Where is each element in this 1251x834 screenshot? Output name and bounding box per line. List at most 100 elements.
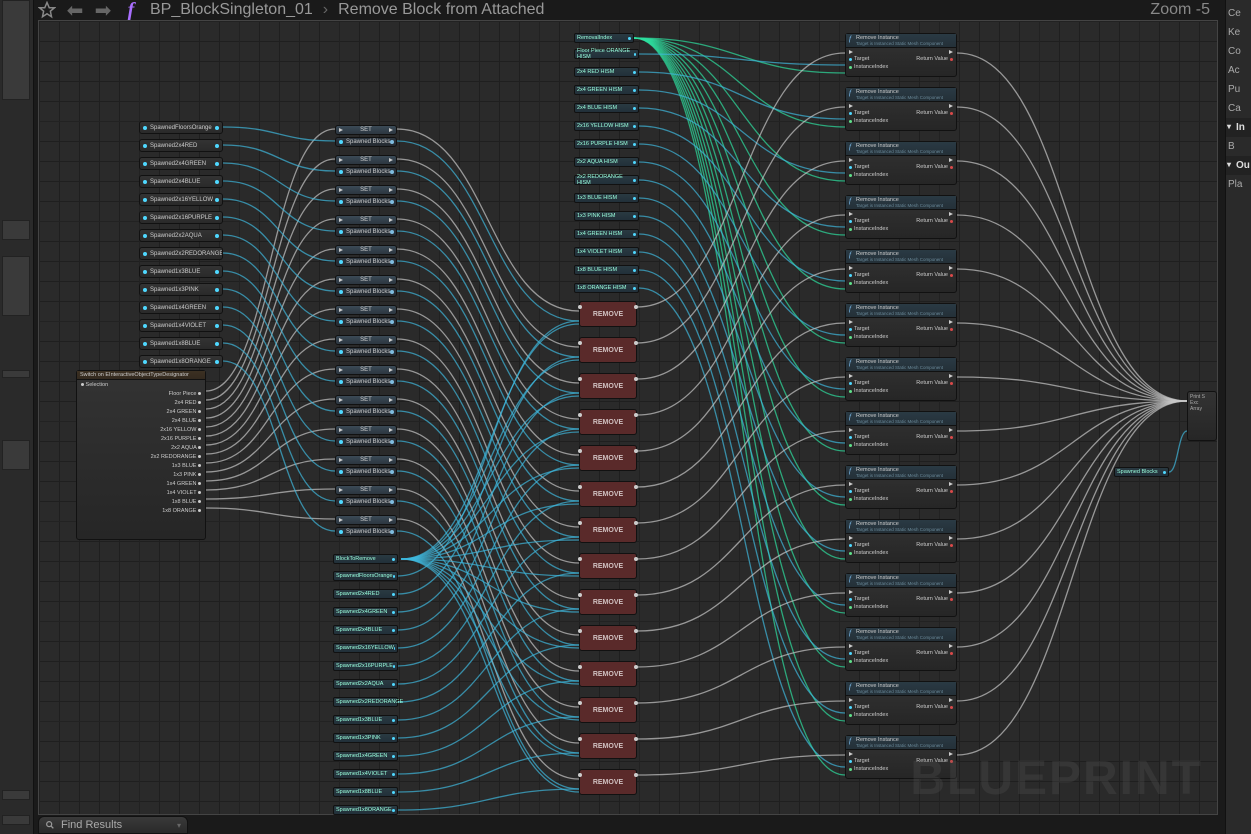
- array-remove-node[interactable]: REMOVE: [579, 589, 637, 615]
- spawned-var-read-node[interactable]: Spawned1x3PINK: [333, 733, 398, 743]
- remove-instance-node[interactable]: Remove InstanceTarget is Instanced Stati…: [845, 573, 957, 617]
- toolbar-block[interactable]: [2, 790, 30, 800]
- hism-var-node[interactable]: 2x16 YELLOW HISM: [574, 121, 639, 131]
- set-node[interactable]: SET: [335, 185, 397, 195]
- set-node[interactable]: SET: [335, 335, 397, 345]
- set-node-pin[interactable]: Spawned Blocks: [335, 257, 397, 267]
- set-node-pin[interactable]: Spawned Blocks: [335, 137, 397, 147]
- set-node-pin[interactable]: Spawned Blocks: [335, 527, 397, 537]
- spawned-var-read-node[interactable]: Spawned1x4GREEN: [333, 751, 398, 761]
- set-node-pin[interactable]: Spawned Blocks: [335, 287, 397, 297]
- section-header-outputs[interactable]: Ou: [1226, 156, 1251, 175]
- array-remove-node[interactable]: REMOVE: [579, 373, 637, 399]
- remove-instance-node[interactable]: Remove InstanceTarget is Instanced Stati…: [845, 411, 957, 455]
- toolbar-block[interactable]: [2, 0, 30, 100]
- array-remove-node[interactable]: REMOVE: [579, 661, 637, 687]
- toolbar-block[interactable]: [2, 256, 30, 316]
- set-node[interactable]: SET: [335, 305, 397, 315]
- array-remove-node[interactable]: REMOVE: [579, 625, 637, 651]
- hism-var-node[interactable]: 2x16 PURPLE HISM: [574, 139, 639, 149]
- array-remove-node[interactable]: REMOVE: [579, 301, 637, 327]
- set-node[interactable]: SET: [335, 455, 397, 465]
- detail-row[interactable]: Ca: [1226, 99, 1251, 118]
- hism-var-node[interactable]: 1x4 GREEN HISM: [574, 229, 639, 239]
- remove-instance-node[interactable]: Remove InstanceTarget is Instanced Stati…: [845, 627, 957, 671]
- array-remove-node[interactable]: REMOVE: [579, 337, 637, 363]
- toolbar-block[interactable]: [2, 220, 30, 240]
- remove-instance-node[interactable]: Remove InstanceTarget is Instanced Stati…: [845, 33, 957, 77]
- spawned-blocks-end-var[interactable]: Spawned Blocks: [1114, 467, 1169, 477]
- section-header-inputs[interactable]: In: [1226, 118, 1251, 137]
- set-node[interactable]: SET: [335, 245, 397, 255]
- hism-var-node[interactable]: 2x4 GREEN HISM: [574, 85, 639, 95]
- set-node[interactable]: SET: [335, 485, 397, 495]
- spawned-var-node[interactable]: Spawned2x16PURPLE: [139, 211, 223, 224]
- detail-row[interactable]: Pla: [1226, 175, 1251, 194]
- array-remove-node[interactable]: REMOVE: [579, 517, 637, 543]
- favorite-star-icon[interactable]: [38, 1, 56, 19]
- remove-instance-node[interactable]: Remove InstanceTarget is Instanced Stati…: [845, 681, 957, 725]
- spawned-var-node[interactable]: Spawned1x3PINK: [139, 283, 223, 296]
- set-node-pin[interactable]: Spawned Blocks: [335, 407, 397, 417]
- detail-row[interactable]: Ke: [1226, 23, 1251, 42]
- array-remove-node[interactable]: REMOVE: [579, 481, 637, 507]
- hism-var-node[interactable]: 2x4 RED HISM: [574, 67, 639, 77]
- hism-var-node[interactable]: 1x3 PINK HISM: [574, 211, 639, 221]
- hism-var-node[interactable]: 2x4 BLUE HISM: [574, 103, 639, 113]
- spawned-var-node[interactable]: Spawned1x4GREEN: [139, 301, 223, 314]
- set-node-pin[interactable]: Spawned Blocks: [335, 167, 397, 177]
- set-node[interactable]: SET: [335, 275, 397, 285]
- spawned-var-read-node[interactable]: Spawned2x16PURPLE: [333, 661, 398, 671]
- toolbar-block[interactable]: [2, 815, 30, 825]
- hism-var-node[interactable]: 1x3 BLUE HISM: [574, 193, 639, 203]
- set-node[interactable]: SET: [335, 365, 397, 375]
- spawned-var-read-node[interactable]: Spawned2x16YELLOW: [333, 643, 398, 653]
- detail-row[interactable]: Ac: [1226, 61, 1251, 80]
- set-node-pin[interactable]: Spawned Blocks: [335, 227, 397, 237]
- spawned-var-read-node[interactable]: Spawned1x3BLUE: [333, 715, 398, 725]
- switch-node[interactable]: Switch on EInteractiveObjectTypeDesignat…: [76, 370, 206, 540]
- set-node[interactable]: SET: [335, 125, 397, 135]
- breadcrumb-blueprint[interactable]: BP_BlockSingleton_01: [150, 1, 313, 19]
- spawned-var-node[interactable]: SpawnedFloorsOrange: [139, 121, 223, 134]
- detail-row[interactable]: Ce: [1226, 4, 1251, 23]
- spawned-var-read-node[interactable]: Spawned1x8BLUE: [333, 787, 398, 797]
- remove-instance-node[interactable]: Remove InstanceTarget is Instanced Stati…: [845, 141, 957, 185]
- spawned-var-read-node[interactable]: Spawned1x4VIOLET: [333, 769, 398, 779]
- spawned-var-read-node[interactable]: Spawned1x8ORANGE: [333, 805, 398, 815]
- array-remove-node[interactable]: REMOVE: [579, 553, 637, 579]
- spawned-var-node[interactable]: Spawned2x4RED: [139, 139, 223, 152]
- dropdown-icon[interactable]: ▾: [177, 821, 181, 830]
- hism-var-node[interactable]: 1x4 VIOLET HISM: [574, 247, 639, 257]
- array-remove-node[interactable]: REMOVE: [579, 445, 637, 471]
- block-to-remove-var[interactable]: BlockToRemove: [333, 554, 398, 564]
- spawned-var-node[interactable]: Spawned2x16YELLOW: [139, 193, 223, 206]
- remove-instance-node[interactable]: Remove InstanceTarget is Instanced Stati…: [845, 87, 957, 131]
- set-node-pin[interactable]: Spawned Blocks: [335, 497, 397, 507]
- hism-var-node[interactable]: 2x2 REDORANGE HISM: [574, 175, 639, 185]
- remove-instance-node[interactable]: Remove InstanceTarget is Instanced Stati…: [845, 465, 957, 509]
- details-panel[interactable]: Ce Ke Co Ac Pu Ca In B Ou Pla: [1225, 0, 1251, 834]
- graph-canvas[interactable]: Switch on EInteractiveObjectTypeDesignat…: [38, 20, 1218, 815]
- array-remove-node[interactable]: REMOVE: [579, 409, 637, 435]
- spawned-var-read-node[interactable]: Spawned2x4GREEN: [333, 607, 398, 617]
- spawned-var-node[interactable]: Spawned2x4GREEN: [139, 157, 223, 170]
- array-remove-node[interactable]: REMOVE: [579, 733, 637, 759]
- spawned-var-node[interactable]: Spawned1x8BLUE: [139, 337, 223, 350]
- toolbar-block[interactable]: [2, 370, 30, 378]
- spawned-var-read-node[interactable]: Spawned2x2REDORANGE: [333, 697, 398, 707]
- find-results-tab[interactable]: Find Results ▾: [38, 816, 188, 834]
- set-node-pin[interactable]: Spawned Blocks: [335, 197, 397, 207]
- spawned-var-node[interactable]: Spawned2x2REDORANGE: [139, 247, 223, 260]
- set-node-pin[interactable]: Spawned Blocks: [335, 317, 397, 327]
- spawned-var-read-node[interactable]: Spawned2x4BLUE: [333, 625, 398, 635]
- spawned-var-node[interactable]: Spawned2x4BLUE: [139, 175, 223, 188]
- detail-row[interactable]: Co: [1226, 42, 1251, 61]
- detail-row[interactable]: Pu: [1226, 80, 1251, 99]
- set-node-pin[interactable]: Spawned Blocks: [335, 347, 397, 357]
- array-remove-node[interactable]: REMOVE: [579, 769, 637, 795]
- remove-instance-node[interactable]: Remove InstanceTarget is Instanced Stati…: [845, 735, 957, 779]
- removal-index-var[interactable]: RemovalIndex: [574, 33, 634, 43]
- hism-var-node[interactable]: 1x8 BLUE HISM: [574, 265, 639, 275]
- remove-instance-node[interactable]: Remove InstanceTarget is Instanced Stati…: [845, 249, 957, 293]
